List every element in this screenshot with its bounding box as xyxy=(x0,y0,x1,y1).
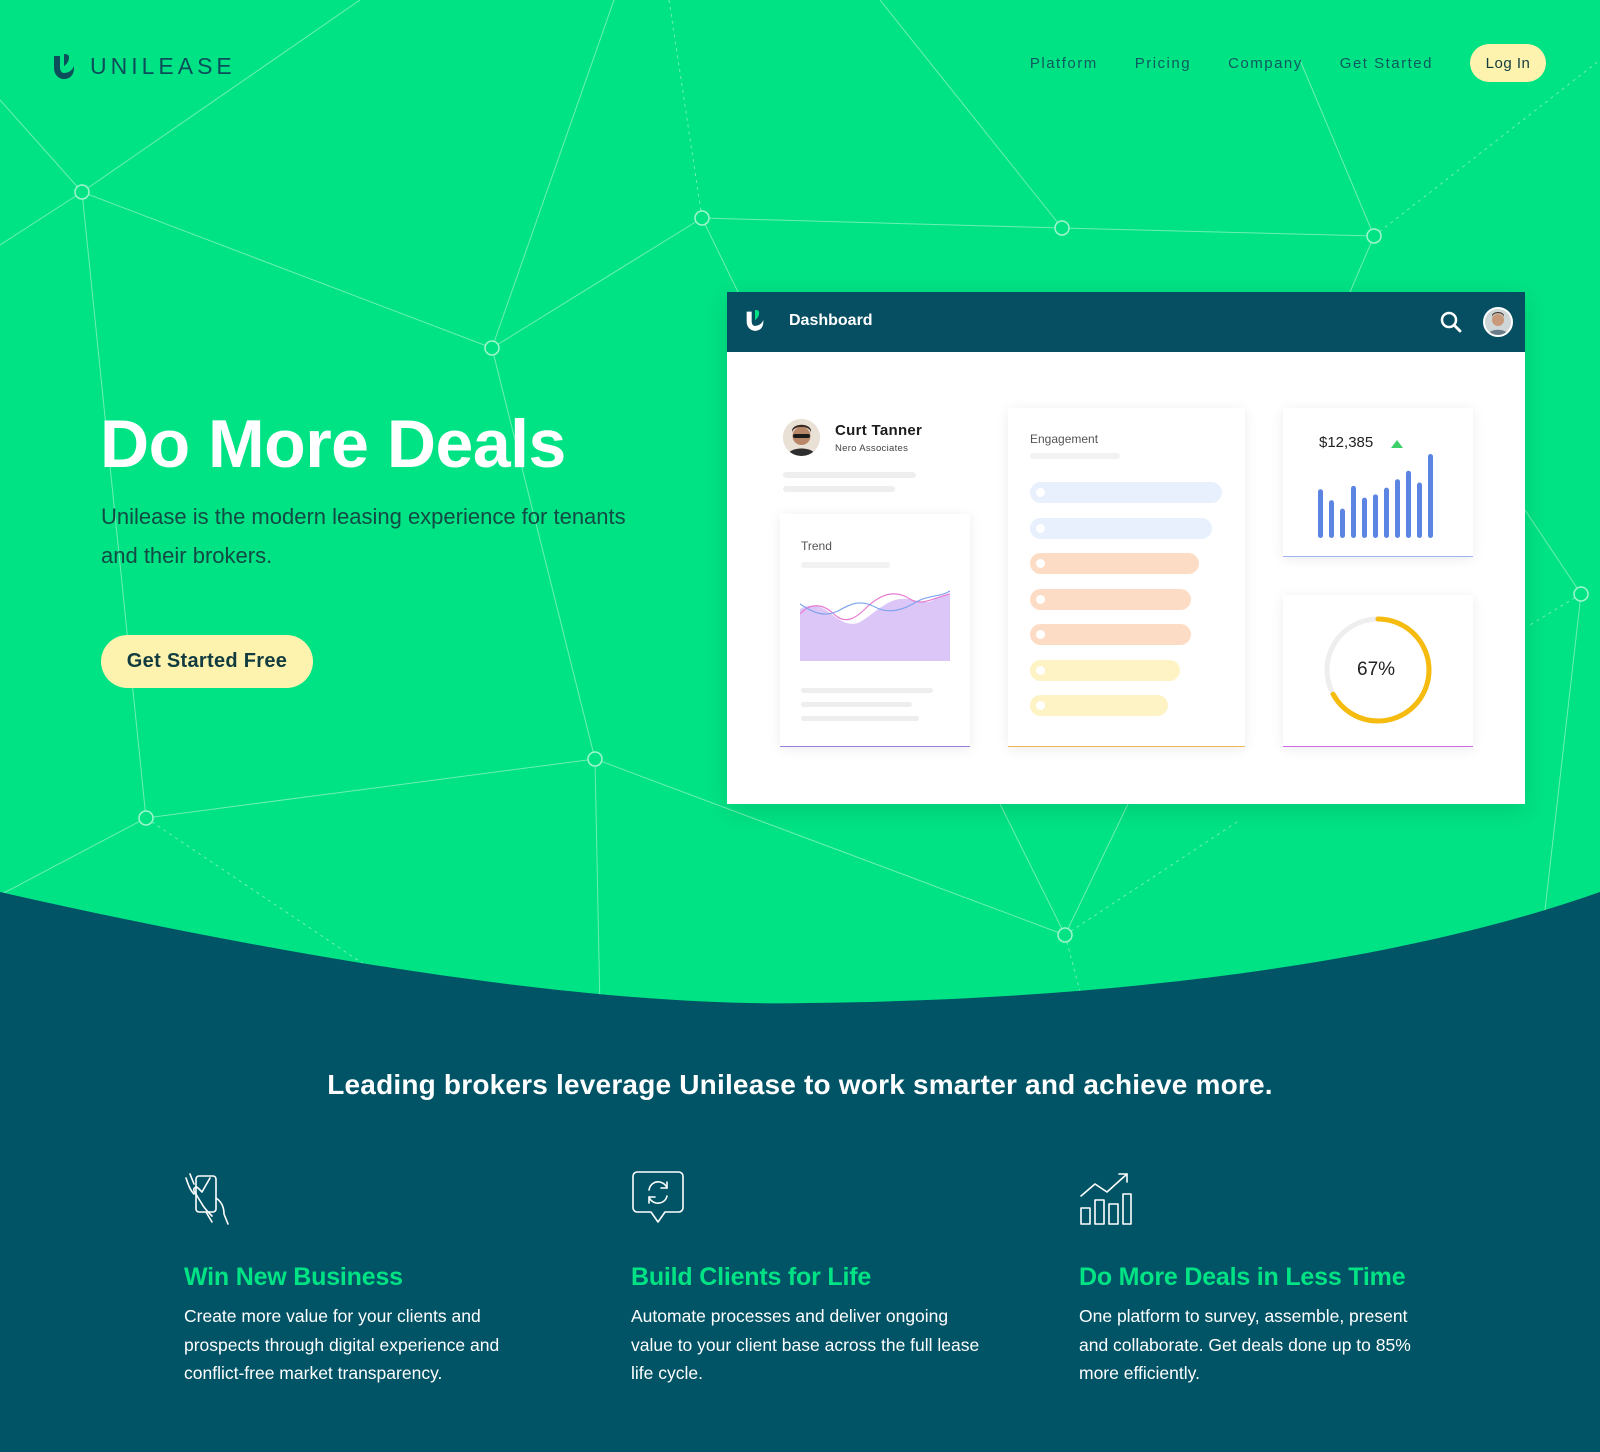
engagement-bar xyxy=(1030,624,1192,645)
feature-title: Do More Deals in Less Time xyxy=(1079,1263,1406,1291)
placeholder-line xyxy=(783,486,895,492)
engagement-dot xyxy=(1036,594,1045,604)
nav-company[interactable]: Company xyxy=(1228,55,1303,72)
placeholder-line xyxy=(801,562,890,568)
engagement-dot xyxy=(1036,665,1045,675)
engagement-bar xyxy=(1030,553,1199,574)
get-started-free-button[interactable]: Get Started Free xyxy=(101,635,313,688)
feature-description: Create more value for your clients and p… xyxy=(184,1306,500,1383)
engagement-card: Engagement xyxy=(1008,408,1245,747)
nav-get-started[interactable]: Get Started xyxy=(1340,55,1433,72)
engagement-label: Engagement xyxy=(1030,432,1099,446)
engagement-bar xyxy=(1030,659,1180,681)
user-avatar xyxy=(783,419,820,456)
hand-phone-icon xyxy=(185,1173,229,1225)
trend-label: Trend xyxy=(801,539,832,553)
feature-title: Build Clients for Life xyxy=(631,1263,872,1291)
up-arrow-icon xyxy=(1391,440,1403,448)
engagement-bar xyxy=(1030,517,1213,539)
revenue-bar xyxy=(1329,500,1334,538)
main-nav: Platform Pricing Company Get Started Log… xyxy=(1030,44,1546,82)
feature-description: Automate processes and deliver ongoing v… xyxy=(631,1306,980,1383)
user-company: Nero Associates xyxy=(835,443,909,454)
search-icon[interactable] xyxy=(1439,310,1463,334)
trend-card: Trend xyxy=(780,514,970,747)
engagement-dot xyxy=(1036,523,1045,533)
revenue-bar xyxy=(1351,485,1356,538)
revenue-bar xyxy=(1384,487,1389,538)
engagement-dot xyxy=(1036,630,1045,639)
engagement-bar xyxy=(1030,482,1222,503)
revenue-bar-chart xyxy=(1318,454,1433,538)
progress-card: 67% xyxy=(1283,595,1473,747)
placeholder-line xyxy=(1030,453,1120,459)
user-name: Curt Tanner xyxy=(835,422,923,439)
revenue-bar xyxy=(1417,482,1422,538)
revenue-bar xyxy=(1428,454,1433,538)
brand-name: UNILEASE xyxy=(90,52,236,79)
growth-chart-icon xyxy=(1080,1173,1132,1225)
revenue-bar xyxy=(1362,497,1367,538)
revenue-bar xyxy=(1340,508,1345,538)
placeholder-line xyxy=(801,688,933,693)
nav-platform[interactable]: Platform xyxy=(1030,55,1098,72)
unilease-logo-icon xyxy=(54,54,74,79)
revenue-bar xyxy=(1373,494,1378,538)
revenue-card: $12,385 xyxy=(1283,408,1473,557)
revenue-bar xyxy=(1318,489,1323,538)
feature-title: Win New Business xyxy=(184,1263,403,1291)
placeholder-line xyxy=(801,716,919,721)
revenue-value: $12,385 xyxy=(1319,434,1374,451)
login-button[interactable]: Log In xyxy=(1470,44,1546,82)
placeholder-line xyxy=(783,472,916,478)
engagement-bar xyxy=(1030,588,1192,610)
progress-value: 67% xyxy=(1357,659,1396,680)
tagline: Leading brokers leverage Unilease to wor… xyxy=(327,1069,1273,1100)
nav-pricing[interactable]: Pricing xyxy=(1135,55,1191,72)
engagement-dot xyxy=(1036,701,1045,710)
hero-subtitle: Unilease is the modern leasing experienc… xyxy=(101,504,626,568)
engagement-dot xyxy=(1036,559,1045,568)
person-icon xyxy=(783,419,820,456)
trend-chart xyxy=(800,590,950,661)
hero-title: Do More Deals xyxy=(100,406,566,482)
dashboard-header: Dashboard xyxy=(727,292,1525,352)
unilease-logo-icon xyxy=(746,310,764,331)
feature-description: One platform to survey, assemble, presen… xyxy=(1079,1306,1411,1383)
person-icon xyxy=(1485,309,1511,335)
engagement-bar xyxy=(1030,695,1169,716)
placeholder-line xyxy=(801,702,912,707)
profile-avatar[interactable] xyxy=(1483,307,1513,337)
engagement-dot xyxy=(1036,488,1045,497)
hero-curve xyxy=(0,892,1600,1010)
revenue-bar xyxy=(1406,470,1411,538)
brand-logo[interactable]: UNILEASE xyxy=(52,52,236,80)
revenue-bar xyxy=(1395,479,1400,538)
dashboard-preview: Dashboard Curt Tanner Nero Associates Tr xyxy=(727,292,1525,804)
chat-refresh-icon xyxy=(632,1171,684,1223)
dashboard-title: Dashboard xyxy=(789,312,873,329)
